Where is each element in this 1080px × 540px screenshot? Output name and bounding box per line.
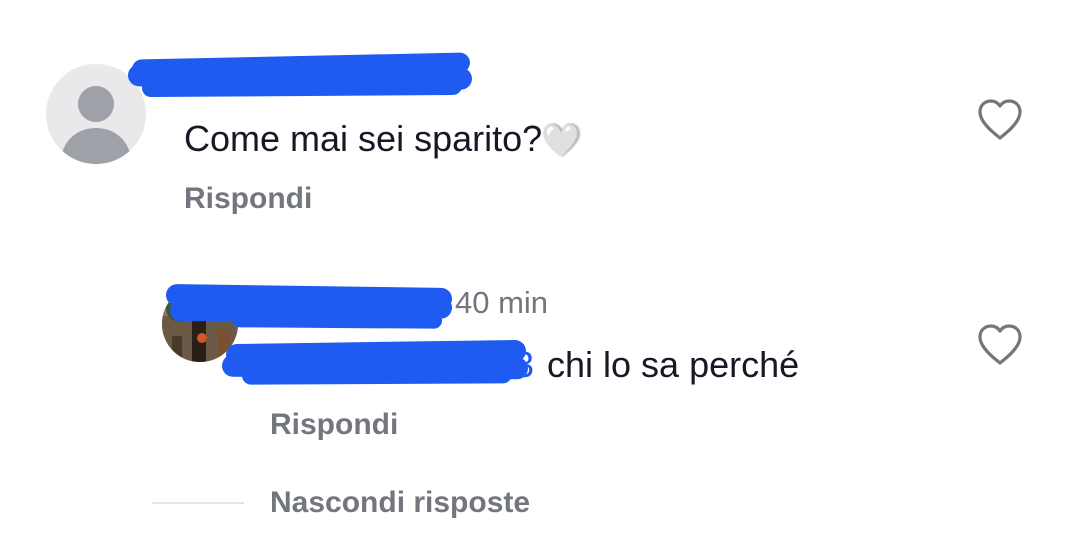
mention-tail[interactable]: 3 <box>514 344 534 386</box>
comment-text: Come mai sei sparito? <box>184 118 543 159</box>
reply-button[interactable]: Rispondi <box>184 182 312 216</box>
reply-to-reply-button[interactable]: Rispondi <box>270 408 398 442</box>
hide-replies-button[interactable]: Nascondi risposte <box>270 486 530 520</box>
redacted-mention <box>221 338 552 388</box>
heart-outline-icon <box>978 99 1022 140</box>
comment-body: Come mai sei sparito?🤍 <box>184 118 582 160</box>
thread-divider <box>152 502 244 504</box>
reply-text: chi lo sa perché <box>547 344 800 385</box>
reply-timestamp: 40 min <box>455 285 549 320</box>
redacted-username <box>127 52 476 102</box>
redacted-reply-username <box>160 282 460 332</box>
reply-like-button[interactable] <box>976 323 1024 372</box>
like-button[interactable] <box>976 98 1024 147</box>
white-heart-emoji: 🤍 <box>542 122 582 158</box>
heart-outline-icon <box>978 324 1022 365</box>
